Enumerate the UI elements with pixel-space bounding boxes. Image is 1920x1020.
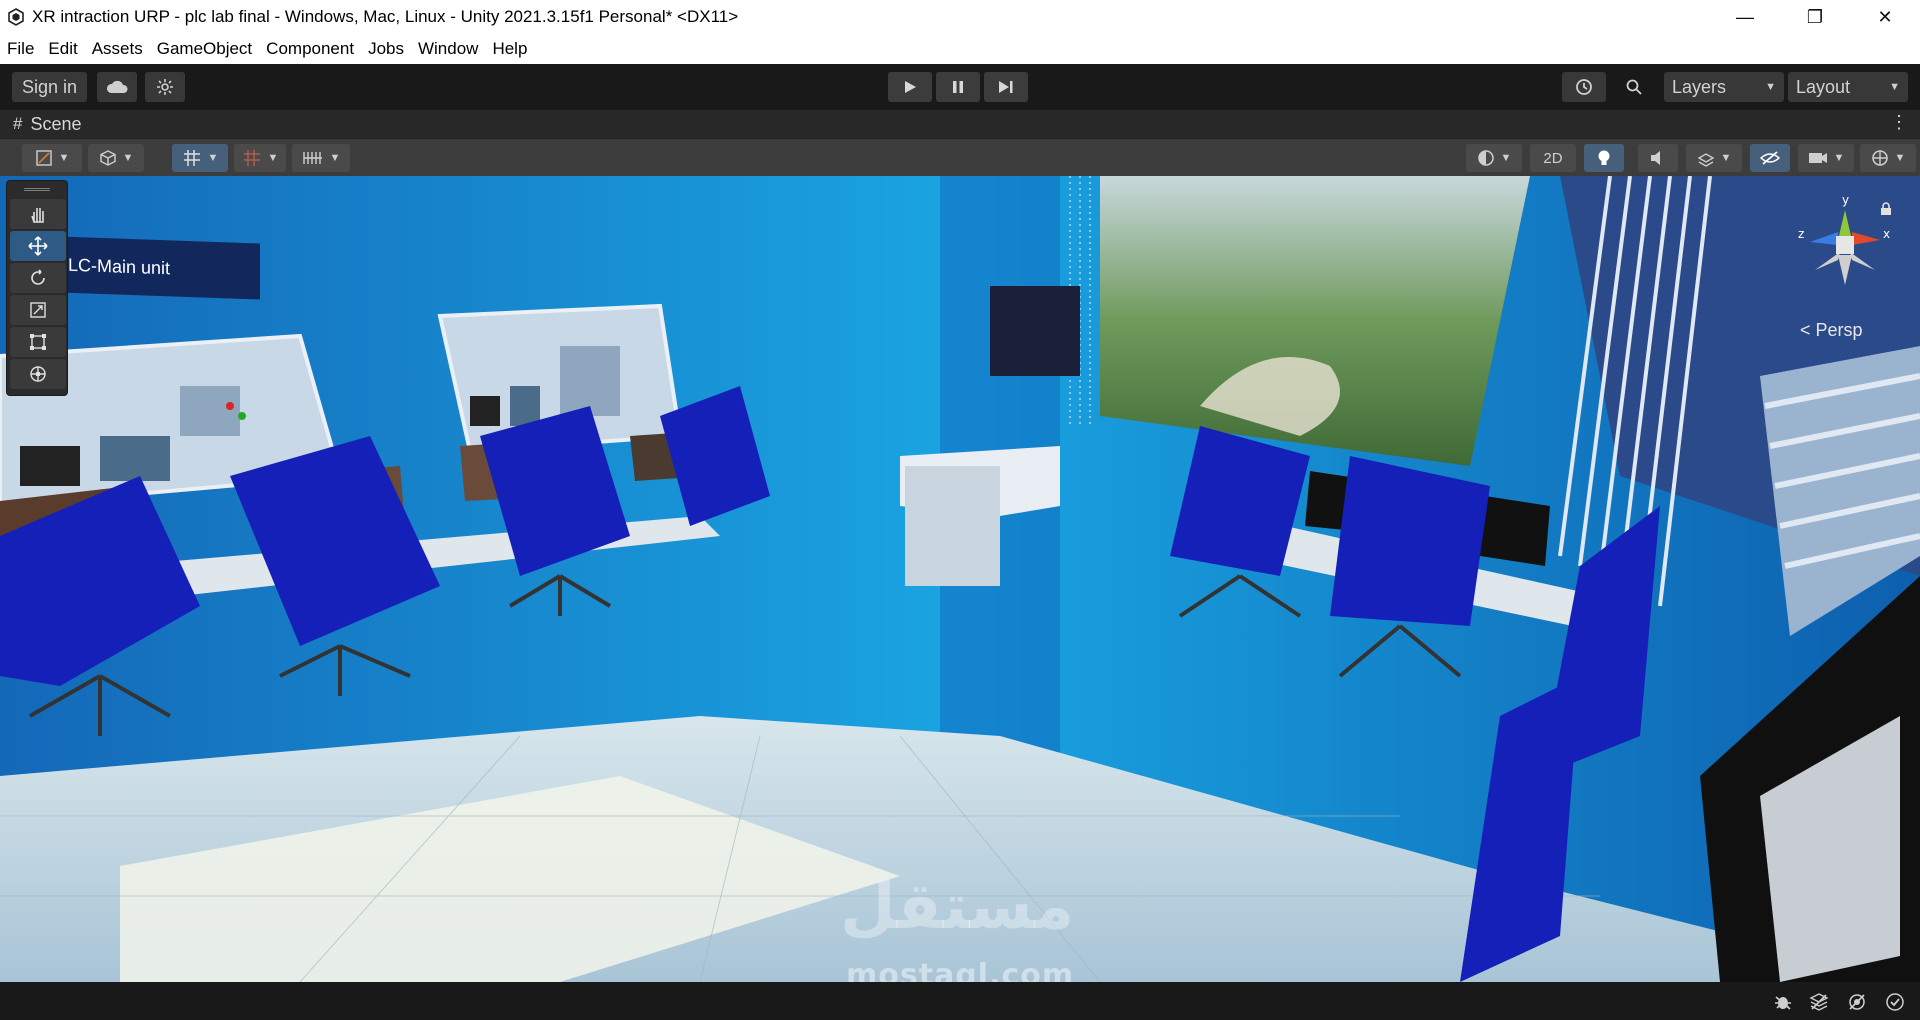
2d-toggle[interactable]: 2D [1530,144,1576,172]
debug-icon[interactable] [1772,991,1794,1013]
rect-icon[interactable] [10,327,66,357]
menu-help[interactable]: Help [485,34,534,64]
watermark-arabic: مستقل [840,870,1075,944]
chevron-down-icon: ▼ [207,152,219,164]
menu-jobs[interactable]: Jobs [361,34,411,64]
sign-in-button[interactable]: Sign in [12,72,87,102]
grid-snapping-toggle[interactable]: ▼ [172,144,228,172]
collab-icon[interactable] [145,72,185,102]
play-button[interactable] [888,72,932,102]
hidden-objects-toggle[interactable] [1750,144,1790,172]
chevron-down-icon: ▼ [1720,152,1732,164]
history-icon[interactable] [1562,72,1606,102]
status-bar [0,982,1920,1020]
increment-snap-toggle[interactable]: ▼ [234,144,286,172]
lighting-dropdown[interactable]: ▼ [1466,144,1522,172]
layers-stack-icon[interactable] [1808,991,1830,1013]
chevron-down-icon: ▼ [58,152,70,164]
step-button[interactable] [984,72,1028,102]
layout-label: Layout [1796,76,1851,97]
scale-icon[interactable] [10,295,66,325]
scene-render [0,176,1920,982]
layers-label: Layers [1672,76,1727,97]
chevron-down-icon: ▼ [1500,152,1512,164]
scene-tab[interactable]: # Scene ⋮ [0,110,1920,138]
chevron-down-icon: ▼ [122,152,134,164]
chevron-down-icon: ▼ [1889,81,1900,93]
gizmo-y-label: y [1842,193,1849,207]
move-icon[interactable] [10,231,66,261]
chevron-down-icon: ▼ [267,152,279,164]
camera-dropdown[interactable]: ▼ [1798,144,1854,172]
transform-icon[interactable] [10,359,66,389]
more-options-icon[interactable]: ⋮ [1890,112,1908,133]
scene-tab-label: Scene [30,113,82,134]
layout-dropdown[interactable]: Layout ▼ [1788,72,1908,102]
window-title-bar: XR intraction URP - plc lab final - Wind… [0,0,1920,34]
main-toolbar: Sign in Layers ▼ Layout ▼ [0,64,1920,110]
grid-icon: # [13,114,23,133]
gizmo-z-label: z [1798,227,1804,241]
hand-icon[interactable] [10,199,66,229]
gizmos-dropdown[interactable]: ▼ [1860,144,1916,172]
chevron-down-icon: ▼ [329,152,341,164]
perspective-label[interactable]: < Persp [1800,320,1863,341]
effects-dropdown[interactable]: ▼ [1686,144,1742,172]
draw-mode-dropdown[interactable]: ▼ [22,144,82,172]
menu-file[interactable]: File [0,34,41,64]
watermark-latin: mostaql.com [846,958,1075,982]
drag-handle-icon[interactable]: ═══ [7,181,67,197]
chevron-down-icon: ▼ [1765,81,1776,93]
scene-toolbar: ▼ ▼ ▼ ▼ ▼ ▼ 2D ▼ ▼ ▼ [0,138,1920,176]
chevron-down-icon: ▼ [1894,152,1906,164]
minimize-button[interactable]: — [1710,0,1780,34]
chevron-down-icon: ▼ [1833,152,1845,164]
layers-dropdown[interactable]: Layers ▼ [1664,72,1784,102]
plc-main-unit-label: LC-Main unit [60,236,260,300]
snap-settings-dropdown[interactable]: ▼ [292,144,350,172]
close-button[interactable]: ✕ [1850,0,1920,34]
scene-viewport[interactable]: LC-Main unit y x z < Persp مستقل mostaql… [0,176,1920,982]
menu-bar: File Edit Assets GameObject Component Jo… [0,34,1920,64]
cloud-icon[interactable] [97,72,137,102]
menu-assets[interactable]: Assets [85,34,150,64]
auto-generate-lighting-icon[interactable] [1846,991,1868,1013]
menu-edit[interactable]: Edit [41,34,84,64]
rotate-icon[interactable] [10,263,66,293]
menu-component[interactable]: Component [259,34,361,64]
unity-logo-icon [6,7,26,27]
audio-toggle[interactable] [1638,144,1678,172]
menu-window[interactable]: Window [411,34,485,64]
pause-button[interactable] [936,72,980,102]
search-icon[interactable] [1614,72,1654,102]
shading-mode-dropdown[interactable]: ▼ [88,144,144,172]
gizmo-x-label: x [1883,227,1890,241]
restore-button[interactable]: ❐ [1780,0,1850,34]
tool-palette: ═══ [6,180,68,396]
menu-gameobject[interactable]: GameObject [150,34,259,64]
light-toggle[interactable] [1584,144,1624,172]
checkmark-icon[interactable] [1884,991,1906,1013]
window-title: XR intraction URP - plc lab final - Wind… [32,7,739,26]
